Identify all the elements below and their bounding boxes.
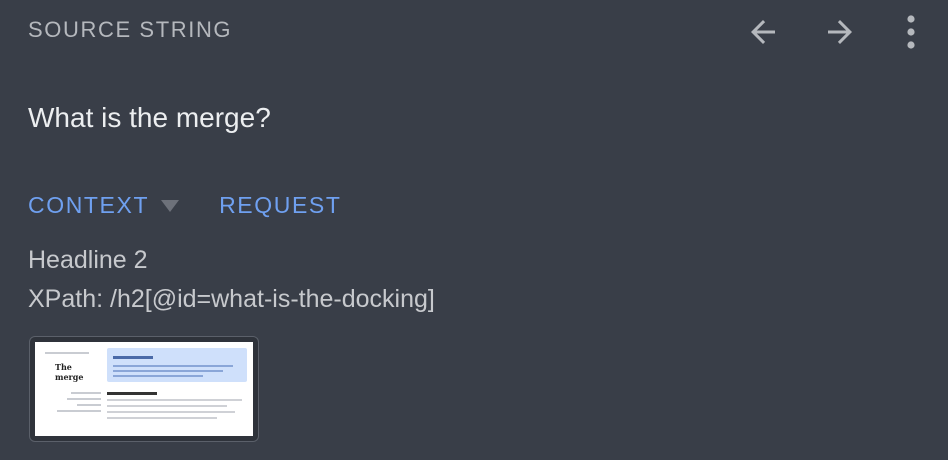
arrow-left-icon [751, 20, 775, 44]
context-tabs: CONTEXT REQUEST [28, 192, 341, 219]
back-button[interactable] [741, 10, 785, 54]
preview-line [113, 370, 223, 372]
preview-highlight-box [107, 348, 247, 382]
tab-request[interactable]: REQUEST [219, 192, 341, 219]
preview-title: The merge [55, 362, 84, 382]
source-string-header: SOURCE STRING [28, 17, 233, 42]
preview-heading [107, 392, 157, 395]
preview-line [107, 405, 227, 407]
tab-context-label: CONTEXT [28, 192, 150, 218]
preview-sidebar: The merge [41, 348, 101, 412]
preview-highlight-heading [113, 356, 153, 359]
preview-line [107, 417, 217, 419]
screenshot-preview: The merge [35, 342, 253, 436]
forward-button[interactable] [818, 10, 862, 54]
context-screenshot-thumbnail[interactable]: The merge [29, 336, 259, 442]
source-string-text: What is the merge? [28, 102, 271, 133]
arrow-right-icon [828, 20, 852, 44]
preview-line [113, 375, 203, 377]
preview-line [107, 399, 242, 401]
more-options-button[interactable] [896, 10, 926, 54]
context-element-type: Headline 2 [28, 246, 148, 274]
caret-down-icon [161, 199, 180, 212]
preview-line [71, 392, 101, 394]
more-vert-icon [907, 15, 915, 49]
preview-line [67, 398, 101, 400]
tab-request-label: REQUEST [219, 192, 342, 218]
preview-line [77, 404, 101, 406]
preview-content [107, 348, 247, 419]
preview-line [107, 411, 235, 413]
preview-line [57, 410, 101, 412]
tab-context[interactable]: CONTEXT [28, 192, 180, 219]
preview-line [45, 352, 89, 354]
context-xpath: XPath: /h2[@id=what-is-the-docking] [28, 285, 435, 313]
preview-line [113, 365, 233, 367]
toolbar [741, 10, 926, 54]
